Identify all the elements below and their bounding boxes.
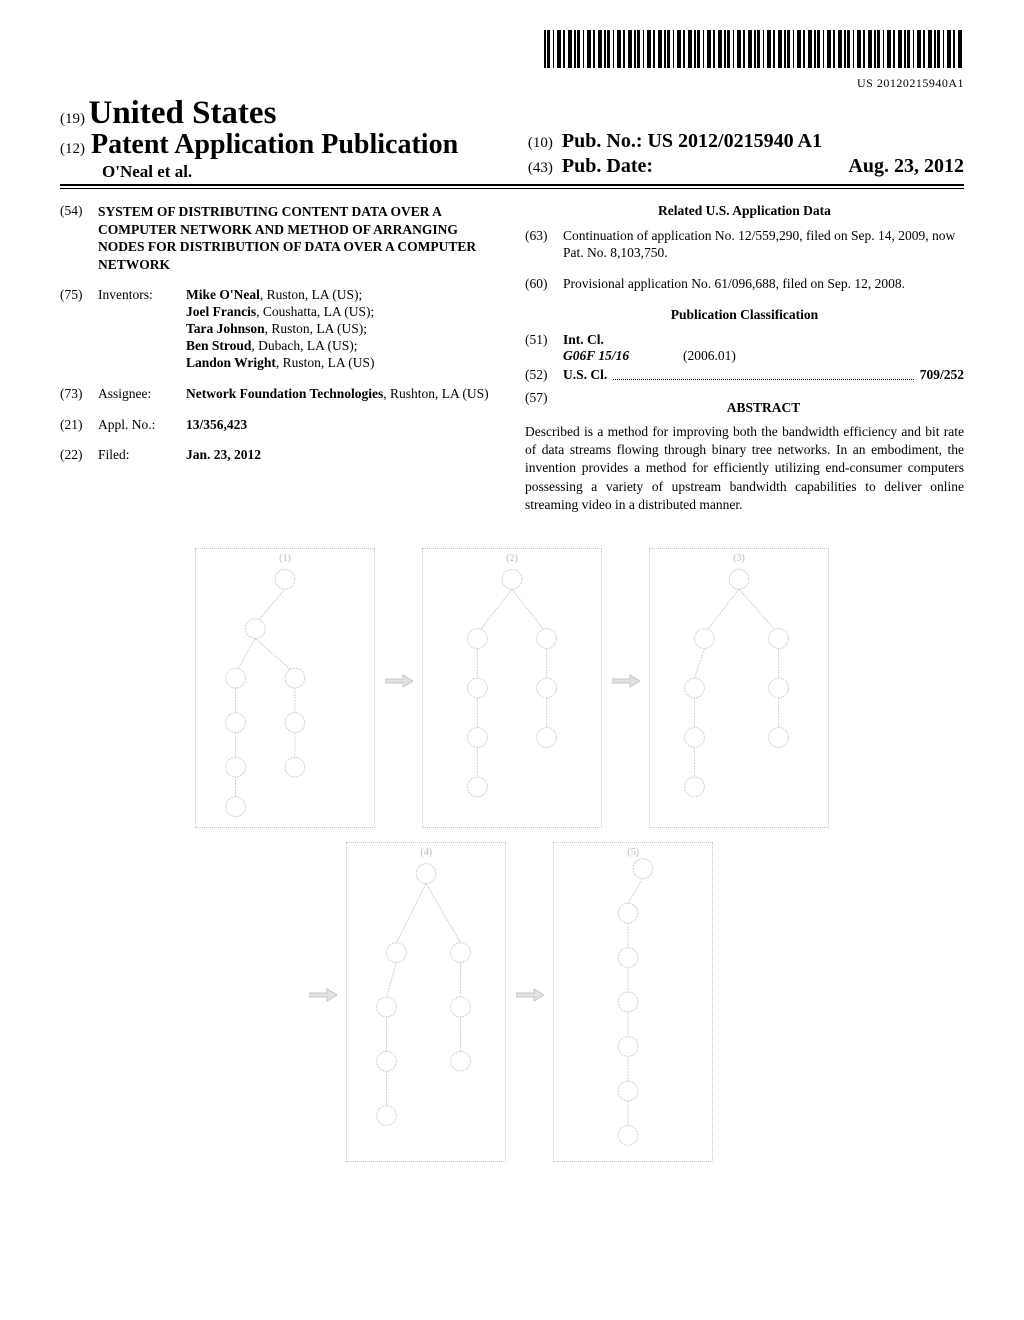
applno-label: Appl. No.: <box>98 417 186 434</box>
tree-diagram-icon <box>554 843 712 1161</box>
code-54: (54) <box>60 203 98 220</box>
right-column: Related U.S. Application Data (63) Conti… <box>525 203 964 514</box>
code-73: (73) <box>60 386 98 403</box>
code-10: (10) <box>528 135 553 151</box>
arrow-icon <box>612 674 640 688</box>
uscl-label: U.S. Cl. <box>563 367 607 384</box>
application-number: 13/356,423 <box>186 417 499 434</box>
barcode-number: US 20120215940A1 <box>60 76 964 91</box>
tree-diagram-icon <box>347 843 505 1161</box>
inventors-list: Mike O'Neal, Ruston, LA (US); Joel Franc… <box>186 287 499 371</box>
inventor: Mike O'Neal, Ruston, LA (US); <box>186 287 499 304</box>
figure-panel-2: (2) <box>422 548 602 828</box>
inventor: Landon Wright, Ruston, LA (US) <box>186 355 499 372</box>
masthead: (19) United States (12) Patent Applicatio… <box>60 97 964 187</box>
barcode-graphic <box>544 30 964 68</box>
assignee-label: Assignee: <box>98 386 186 403</box>
dot-leader <box>613 370 913 380</box>
pubno-label: Pub. No.: <box>562 130 643 152</box>
left-column: (54) SYSTEM OF DISTRIBUTING CONTENT DATA… <box>60 203 499 514</box>
code-60: (60) <box>525 276 563 293</box>
related-apps-header: Related U.S. Application Data <box>525 203 964 220</box>
bibliographic-data: (54) SYSTEM OF DISTRIBUTING CONTENT DATA… <box>60 203 964 514</box>
publication-kind: Patent Application Publication <box>91 129 458 160</box>
panel-label: (4) <box>420 847 432 860</box>
barcode-block: US 20120215940A1 <box>60 30 964 91</box>
code-75: (75) <box>60 287 98 304</box>
code-63: (63) <box>525 228 563 245</box>
ipc-code: G06F 15/16 <box>563 348 683 365</box>
code-43: (43) <box>528 160 553 176</box>
pub-classification-header: Publication Classification <box>525 307 964 324</box>
continuation-text: Continuation of application No. 12/559,2… <box>563 228 964 262</box>
code-12: (12) <box>60 141 85 157</box>
arrow-icon <box>516 988 544 1002</box>
publication-date: Aug. 23, 2012 <box>848 154 964 179</box>
tree-diagram-icon <box>423 549 601 827</box>
rule-divider <box>60 188 964 189</box>
pubdate-label: Pub. Date: <box>562 155 653 177</box>
panel-label: (3) <box>733 553 745 566</box>
figure-panel-3: (3) <box>649 548 829 828</box>
intcl-label: Int. Cl. <box>563 332 604 347</box>
inventor: Joel Francis, Coushatta, LA (US); <box>186 304 499 321</box>
filed-date: Jan. 23, 2012 <box>186 447 499 464</box>
inventor: Tara Johnson, Ruston, LA (US); <box>186 321 499 338</box>
ipc-date: (2006.01) <box>683 348 736 365</box>
tree-diagram-icon <box>196 549 374 827</box>
filed-label: Filed: <box>98 447 186 464</box>
abstract-text: Described is a method for improving both… <box>525 423 964 514</box>
inventors-label: Inventors: <box>98 287 186 304</box>
panel-label: (1) <box>279 553 291 566</box>
code-57: (57) <box>525 390 563 407</box>
code-22: (22) <box>60 447 98 464</box>
panel-label: (2) <box>506 553 518 566</box>
inventor: Ben Stroud, Dubach, LA (US); <box>186 338 499 355</box>
country-name: United States <box>89 95 277 131</box>
tree-diagram-icon <box>650 549 828 827</box>
arrow-icon <box>309 988 337 1002</box>
figure-panel-5: (5) <box>553 842 713 1162</box>
figure-panel-1: (1) <box>195 548 375 828</box>
code-21: (21) <box>60 417 98 434</box>
code-51: (51) <box>525 332 563 349</box>
code-52: (52) <box>525 367 563 384</box>
provisional-text: Provisional application No. 61/096,688, … <box>563 276 964 293</box>
panel-label: (5) <box>627 847 639 860</box>
assignee-value: Network Foundation Technologies, Rushton… <box>186 386 499 403</box>
front-page-figure: (1) (2) (3) <box>60 544 964 1166</box>
publication-number: US 2012/0215940 A1 <box>647 130 821 152</box>
arrow-icon <box>385 674 413 688</box>
invention-title: SYSTEM OF DISTRIBUTING CONTENT DATA OVER… <box>98 203 499 273</box>
uscl-value: 709/252 <box>920 367 964 384</box>
authors-short: O'Neal et al. <box>60 161 518 182</box>
code-19: (19) <box>60 111 85 127</box>
figure-panel-4: (4) <box>346 842 506 1162</box>
abstract-header: ABSTRACT <box>563 400 964 417</box>
